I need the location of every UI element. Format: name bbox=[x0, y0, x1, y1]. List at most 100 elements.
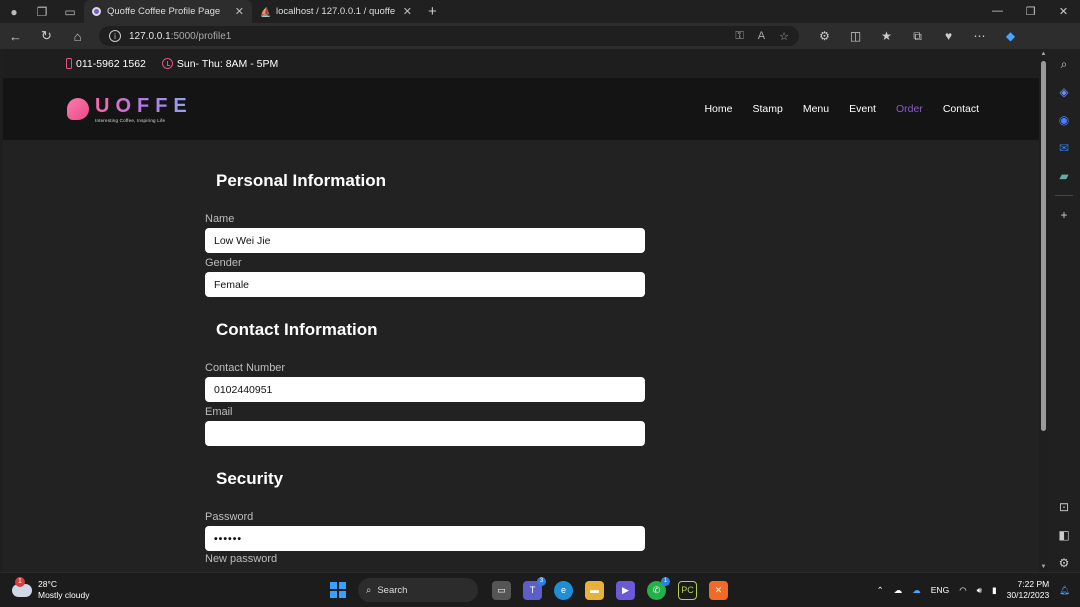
profile-icon[interactable]: ● bbox=[0, 0, 28, 23]
scroll-thumb[interactable] bbox=[1041, 61, 1046, 431]
phone-icon bbox=[66, 58, 72, 69]
task-view-icon[interactable]: ▭ bbox=[492, 580, 511, 600]
outlook-icon[interactable]: ✉ bbox=[1055, 139, 1073, 157]
key-icon[interactable]: ⚿ bbox=[735, 30, 743, 43]
nav-menu[interactable]: Menu bbox=[803, 103, 829, 115]
browser-tabbar: ● ❐ ▭ Quoffe Coffee Profile Page ✕ ⛵ loc… bbox=[0, 0, 1080, 23]
clock-time: 7:22 PM bbox=[1017, 579, 1050, 589]
performance-icon[interactable]: ♥ bbox=[933, 29, 964, 44]
media-player-icon[interactable]: ▶ bbox=[616, 580, 635, 600]
main-nav: Home Stamp Menu Event Order Contact bbox=[704, 103, 979, 115]
search-icon: ⌕ bbox=[366, 584, 372, 596]
logo-word: UOFFE bbox=[95, 94, 193, 117]
tools-icon[interactable]: ◉ bbox=[1055, 111, 1073, 129]
wifi-icon[interactable]: ◠ bbox=[959, 585, 966, 596]
system-tray: ⌃ ☁ ☁ ENG ◠ 🔊︎ ▮ 7:22 PM 30/12/2023 🔔︎ bbox=[877, 579, 1080, 601]
email-label: Email bbox=[205, 406, 233, 418]
home-icon[interactable]: ⌂ bbox=[62, 23, 93, 49]
new-password-label: New password bbox=[205, 553, 278, 565]
onedrive-blue-icon[interactable]: ☁ bbox=[912, 585, 921, 596]
more-menu-icon[interactable]: ⋯ bbox=[964, 29, 995, 44]
windows-start-icon[interactable] bbox=[330, 582, 346, 598]
address-bar[interactable]: i 127.0.0.1:5000/profile1 ⚿ A ☆ bbox=[99, 26, 799, 46]
file-explorer-icon[interactable]: ▬ bbox=[585, 580, 604, 600]
new-tab-icon[interactable]: + bbox=[420, 3, 445, 20]
weather-desc: Mostly cloudy bbox=[38, 590, 90, 600]
notifications-icon[interactable]: 🔔︎ bbox=[1059, 585, 1070, 596]
edge-sidebar: ⌕ ◈ ◉ ✉ ▰ + ⊡ ◧ ⚙ bbox=[1048, 49, 1080, 572]
profile-form: Personal Information Name Low Wei Jie Ge… bbox=[205, 171, 645, 565]
screenshot-icon[interactable]: ⊡ bbox=[1055, 498, 1073, 516]
read-aloud-icon[interactable]: A bbox=[758, 30, 765, 43]
nav-contact[interactable]: Contact bbox=[943, 103, 979, 115]
restore-icon[interactable]: ❐ bbox=[1014, 5, 1047, 18]
weather-widget[interactable]: 1 28°C Mostly cloudy bbox=[0, 576, 320, 601]
gender-label: Gender bbox=[205, 257, 242, 269]
edge-icon[interactable]: e bbox=[554, 580, 573, 600]
opening-hours: Sun- Thu: 8AM - 5PM bbox=[176, 57, 279, 70]
search-icon[interactable]: ⌕ bbox=[1055, 55, 1073, 73]
logo-mark-icon bbox=[67, 98, 89, 120]
scroll-down-icon[interactable]: ▼ bbox=[1040, 564, 1047, 570]
pycharm-icon[interactable]: PC bbox=[678, 580, 697, 600]
language-indicator[interactable]: ENG bbox=[931, 585, 949, 595]
workspaces-icon[interactable]: ❐ bbox=[28, 0, 56, 23]
password-label: Password bbox=[205, 511, 254, 523]
onedrive-icon[interactable]: ☁ bbox=[894, 585, 903, 596]
personal-info-title: Personal Information bbox=[216, 171, 387, 190]
favorite-star-icon[interactable]: ☆ bbox=[779, 30, 789, 43]
nav-stamp[interactable]: Stamp bbox=[752, 103, 782, 115]
favorites-icon[interactable]: ★ bbox=[871, 29, 902, 44]
tab-profile-page[interactable]: Quoffe Coffee Profile Page ✕ bbox=[84, 0, 252, 23]
scroll-up-icon[interactable]: ▲ bbox=[1040, 51, 1047, 57]
copilot-icon[interactable]: ◆ bbox=[995, 29, 1026, 44]
phone-number: 011-5962 1562 bbox=[76, 57, 146, 70]
shopping-icon[interactable]: ◈ bbox=[1055, 83, 1073, 101]
battery-icon[interactable]: ▮ bbox=[992, 585, 997, 596]
logo[interactable]: UOFFE Interesting Coffee, Inspiring Life bbox=[67, 96, 193, 123]
url-path: :5000/profile1 bbox=[170, 30, 232, 42]
close-tab-icon[interactable]: ✕ bbox=[235, 5, 244, 18]
extensions-icon[interactable]: ⚙ bbox=[809, 29, 840, 44]
tab-title: Quoffe Coffee Profile Page bbox=[107, 6, 221, 17]
weather-temp: 28°C bbox=[38, 579, 57, 589]
site-info-icon[interactable]: i bbox=[109, 30, 121, 42]
settings-icon[interactable]: ⚙ bbox=[1055, 554, 1073, 572]
nav-event[interactable]: Event bbox=[849, 103, 876, 115]
whatsapp-icon[interactable]: ✆ 1 bbox=[647, 576, 670, 600]
email-field[interactable] bbox=[205, 421, 645, 446]
site-header: UOFFE Interesting Coffee, Inspiring Life… bbox=[3, 78, 1039, 140]
url-host: 127.0.0.1 bbox=[129, 30, 171, 42]
tab-phpmyadmin[interactable]: ⛵ localhost / 127.0.0.1 / quoffe / loyal… bbox=[252, 0, 420, 23]
teams-icon[interactable]: T3 bbox=[523, 576, 546, 600]
nav-order[interactable]: Order bbox=[896, 103, 923, 115]
close-window-icon[interactable]: ✕ bbox=[1047, 5, 1080, 18]
split-screen-icon[interactable]: ◫ bbox=[840, 29, 871, 44]
password-field[interactable]: •••••• bbox=[205, 526, 645, 551]
contact-info-title: Contact Information bbox=[216, 320, 378, 339]
clock-icon bbox=[161, 58, 173, 69]
collections-icon[interactable]: ⧉ bbox=[902, 29, 933, 44]
nav-home[interactable]: Home bbox=[704, 103, 732, 115]
page-scrollbar[interactable]: ▲ ▼ bbox=[1039, 49, 1048, 572]
taskbar-search[interactable]: ⌕ Search bbox=[358, 578, 478, 602]
tab-actions-icon[interactable]: ▭ bbox=[56, 0, 84, 23]
close-tab-icon[interactable]: ✕ bbox=[403, 5, 412, 18]
show-hidden-icon[interactable]: ⌃ bbox=[877, 585, 884, 596]
xampp-icon[interactable]: ✕ bbox=[709, 580, 728, 600]
site-favicon-icon bbox=[92, 7, 101, 16]
minimize-icon[interactable]: — bbox=[981, 5, 1014, 18]
clock[interactable]: 7:22 PM 30/12/2023 bbox=[1007, 579, 1050, 601]
contact-number-label: Contact Number bbox=[205, 362, 286, 374]
sidebar-toggle-icon[interactable]: ◧ bbox=[1055, 526, 1073, 544]
refresh-icon[interactable]: ↻ bbox=[31, 23, 62, 49]
name-field[interactable]: Low Wei Jie bbox=[205, 228, 645, 253]
add-sidebar-app-icon[interactable]: + bbox=[1055, 206, 1073, 224]
volume-icon[interactable]: 🔊︎ bbox=[977, 585, 982, 596]
name-label: Name bbox=[205, 213, 235, 225]
top-info-bar: 011-5962 1562 Sun- Thu: 8AM - 5PM bbox=[3, 49, 1039, 78]
games-icon[interactable]: ▰ bbox=[1055, 167, 1073, 185]
back-icon[interactable]: ← bbox=[0, 23, 31, 49]
contact-number-field[interactable]: 0102440951 bbox=[205, 377, 645, 402]
gender-field[interactable]: Female bbox=[205, 272, 645, 297]
